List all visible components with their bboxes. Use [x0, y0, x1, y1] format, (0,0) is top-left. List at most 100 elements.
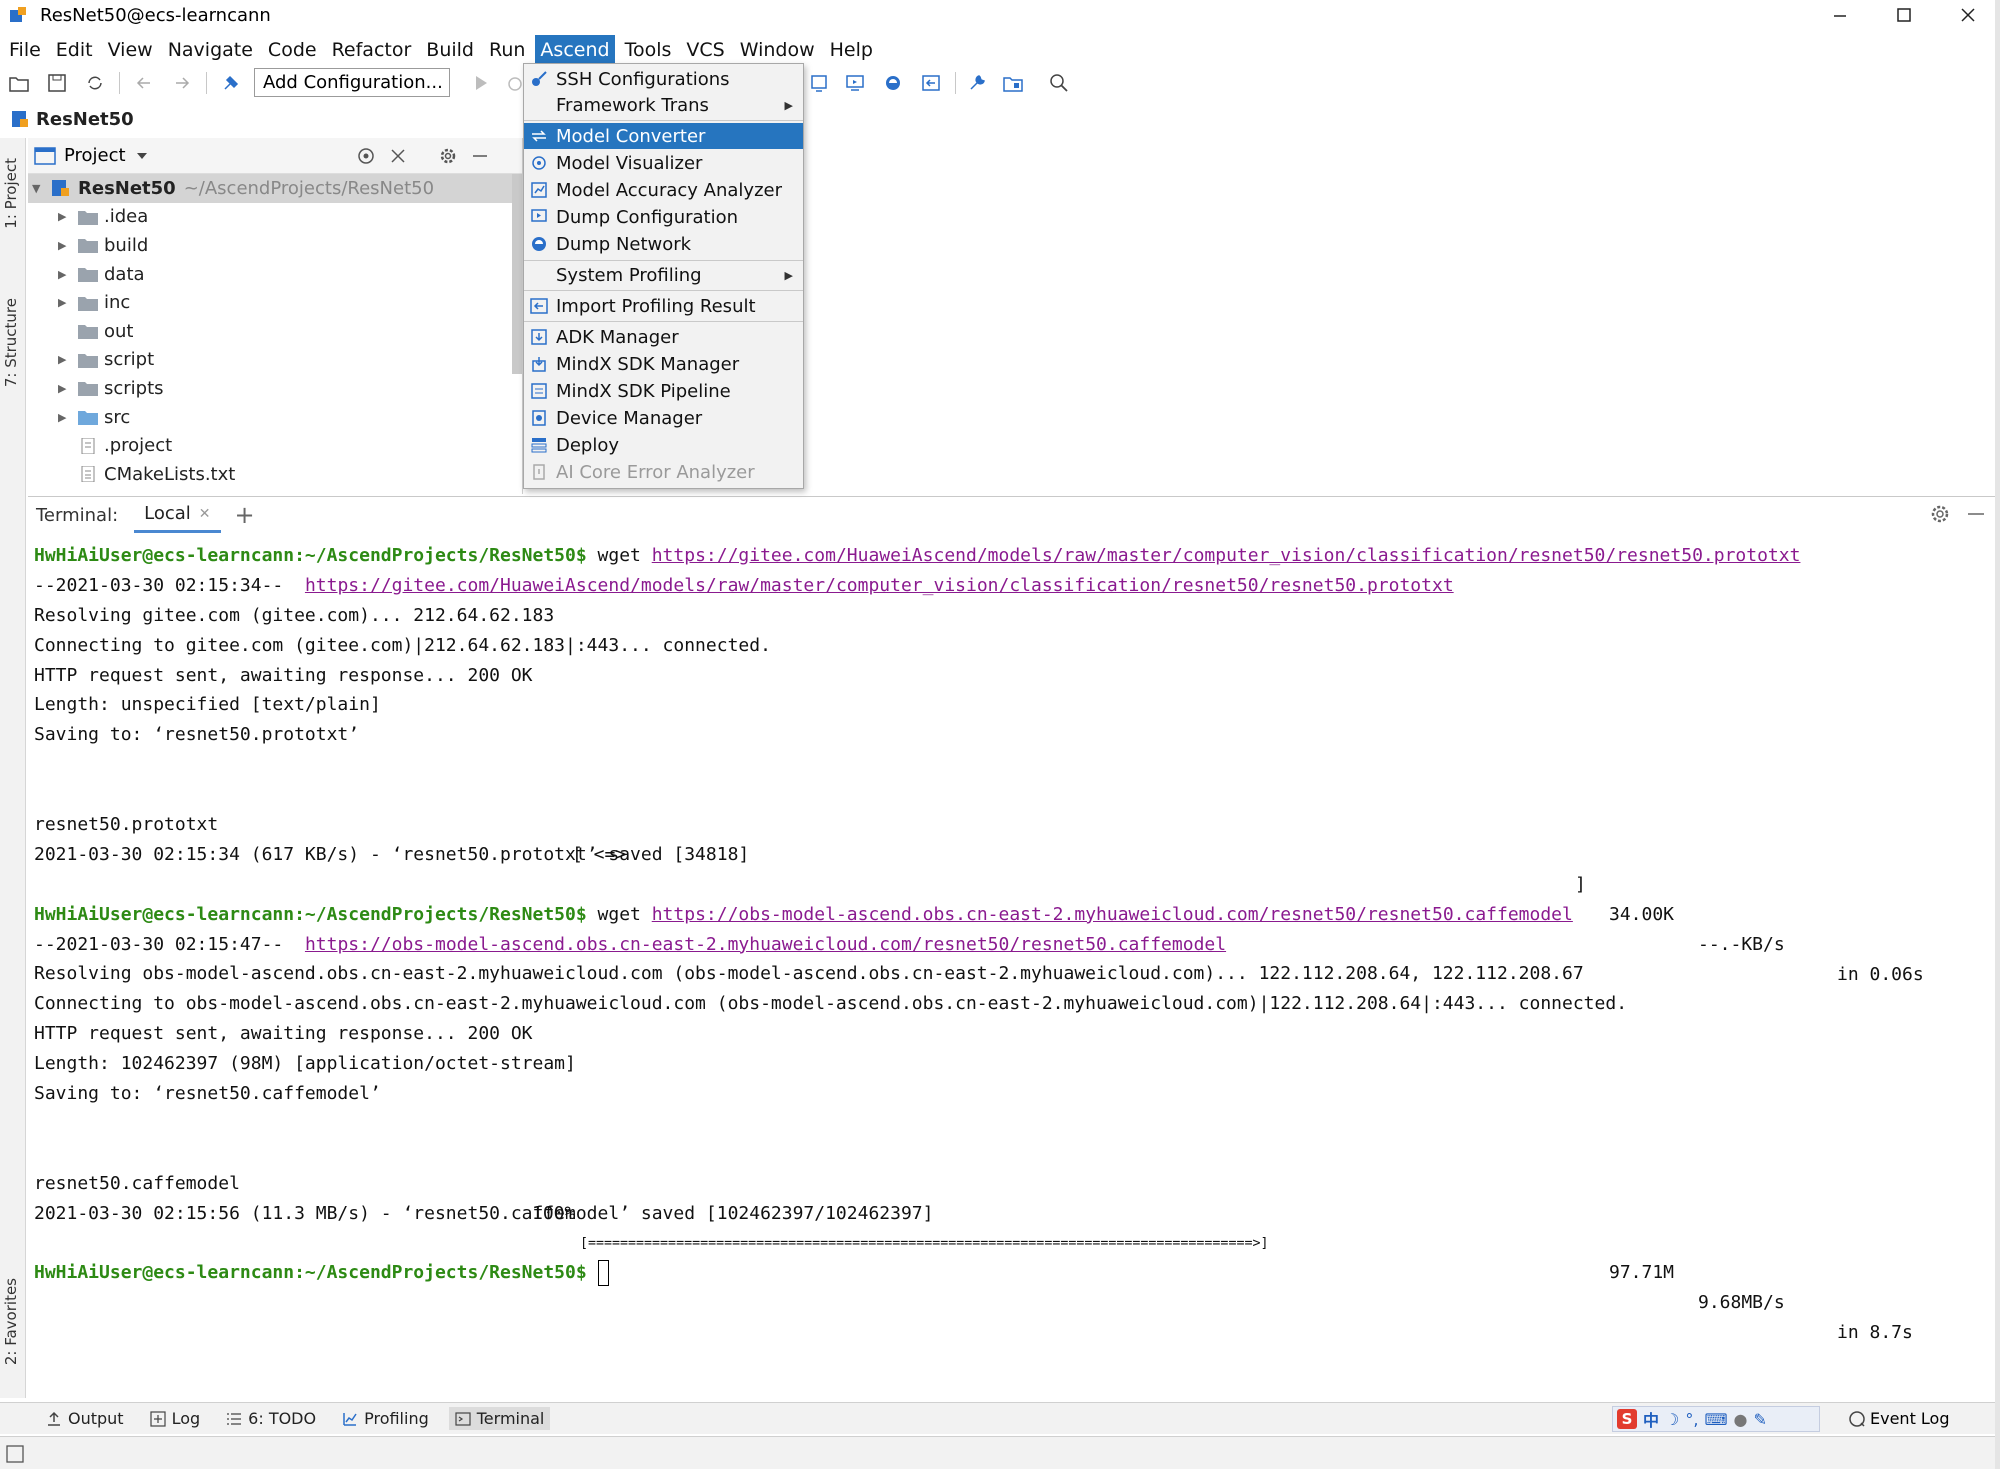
menu-help[interactable]: Help [825, 35, 878, 65]
sogou-logo-icon[interactable]: S [1617, 1409, 1637, 1429]
menu-item-import-profiling-result[interactable]: Import Profiling Result [524, 293, 803, 319]
expand-arrow-icon[interactable]: ▶ [58, 210, 72, 223]
close-window-button[interactable] [1936, 0, 2000, 30]
tab-structure[interactable]: 7: Structure [2, 298, 20, 387]
menu-build[interactable]: Build [421, 35, 479, 65]
import-profiling-icon[interactable] [918, 70, 944, 96]
tree-item[interactable]: ▶ data [28, 260, 522, 289]
event-log-button[interactable]: Event Log [1848, 1409, 1950, 1428]
menu-item-mindx-sdk-manager[interactable]: MindX SDK Manager [524, 351, 803, 377]
tree-item[interactable]: ▶ script [28, 346, 522, 375]
tab-local[interactable]: Local ✕ [134, 497, 221, 533]
menu-navigate[interactable]: Navigate [163, 35, 258, 65]
menu-vcs[interactable]: VCS [681, 35, 729, 65]
terminal-link[interactable]: https://obs-model-ascend.obs.cn-east-2.m… [305, 934, 1226, 955]
menu-item-dump-configuration[interactable]: Dump Configuration [524, 204, 803, 230]
search-icon[interactable] [1046, 70, 1072, 96]
maximize-button[interactable] [1872, 0, 1936, 30]
terminal-input-line[interactable]: HwHiAiUser@ecs-learncann:~/AscendProject… [34, 1258, 1800, 1288]
chevron-down-icon[interactable] [136, 151, 148, 161]
minimize-button[interactable] [1808, 0, 1872, 30]
menu-item-device-manager[interactable]: Device Manager [524, 405, 803, 431]
menu-run[interactable]: Run [484, 35, 530, 65]
expand-arrow-icon[interactable]: ▶ [58, 296, 72, 309]
close-tab-icon[interactable]: ✕ [199, 506, 211, 522]
terminal-link[interactable]: https://gitee.com/HuaweiAscend/models/ra… [305, 575, 1454, 596]
menu-item-dump-network[interactable]: Dump Network [524, 231, 803, 257]
tree-item[interactable]: ▶ build [28, 231, 522, 260]
toggle-tool-windows-icon[interactable] [6, 1445, 24, 1463]
terminal-gear-icon[interactable] [1929, 503, 1951, 530]
save-icon[interactable] [44, 70, 70, 96]
collapse-all-icon[interactable] [386, 144, 410, 168]
menu-code[interactable]: Code [263, 35, 322, 65]
tree-item[interactable]: ▶ scripts [28, 374, 522, 403]
punctuation-icon[interactable]: °, [1685, 1410, 1698, 1429]
tab-log[interactable]: Log [144, 1407, 207, 1430]
user-icon[interactable]: ● [1734, 1410, 1748, 1429]
menu-edit[interactable]: Edit [51, 35, 98, 65]
hide-panel-icon[interactable] [468, 144, 492, 168]
tab-todo[interactable]: 6: TODO [220, 1407, 322, 1430]
menu-ascend[interactable]: Ascend [535, 34, 615, 65]
terminal-link[interactable]: https://gitee.com/HuaweiAscend/models/ra… [652, 545, 1801, 566]
open-folder-icon[interactable] [6, 70, 32, 96]
build-hammer-icon[interactable] [218, 70, 244, 96]
menu-item-framework-trans[interactable]: Framework Trans ▶ [524, 92, 803, 118]
tree-item[interactable]: ▶ inc [28, 288, 522, 317]
ime-wrench-icon[interactable]: ✎ [1754, 1410, 1767, 1429]
project-view-selector[interactable]: Project [64, 145, 126, 166]
tree-item[interactable]: CMakeLists.txt [28, 460, 522, 489]
locate-icon[interactable] [354, 144, 378, 168]
tab-project[interactable]: 1: Project [2, 158, 20, 229]
menu-item-model-converter[interactable]: Model Converter [524, 123, 803, 149]
expand-arrow-icon[interactable]: ▶ [58, 239, 72, 252]
ime-language-indicator[interactable]: 中 [1643, 1407, 1659, 1431]
new-terminal-tab-icon[interactable]: + [235, 501, 255, 529]
menu-item-ssh-configurations[interactable]: SSH Configurations [524, 66, 803, 92]
forward-arrow-icon[interactable] [169, 70, 195, 96]
expand-arrow-icon[interactable]: ▶ [58, 353, 72, 366]
tab-favorites[interactable]: 2: Favorites [2, 1278, 20, 1365]
tab-output[interactable]: Output [40, 1407, 130, 1430]
menu-tools[interactable]: Tools [620, 35, 677, 65]
menu-item-adk-manager[interactable]: ADK Manager [524, 324, 803, 350]
expand-arrow-icon[interactable]: ▶ [58, 268, 72, 281]
dump-network-icon[interactable] [880, 70, 906, 96]
moon-icon[interactable]: ☽ [1665, 1410, 1679, 1429]
menu-window[interactable]: Window [735, 35, 820, 65]
tree-item[interactable]: .project [28, 431, 522, 460]
menu-item-model-accuracy-analyzer[interactable]: Model Accuracy Analyzer [524, 177, 803, 203]
keyboard-icon[interactable]: ⌨ [1704, 1410, 1727, 1429]
menu-item-model-visualizer[interactable]: Model Visualizer [524, 150, 803, 176]
monitor-icon[interactable] [842, 70, 868, 96]
tab-profiling[interactable]: Profiling [336, 1407, 435, 1430]
menu-item-mindx-sdk-pipeline[interactable]: MindX SDK Pipeline [524, 378, 803, 404]
breadcrumb-project[interactable]: ResNet50 [36, 109, 134, 130]
terminal-link[interactable]: https://obs-model-ascend.obs.cn-east-2.m… [652, 904, 1573, 925]
hide-terminal-icon[interactable] [1965, 503, 1987, 530]
expand-arrow-icon[interactable]: ▶ [58, 382, 72, 395]
sync-icon[interactable] [82, 70, 108, 96]
tree-item[interactable]: ▶ src [28, 403, 522, 432]
gear-icon[interactable] [436, 144, 460, 168]
model-visualizer-toolbar-icon[interactable] [806, 70, 832, 96]
tree-item[interactable]: ▶ .idea [28, 203, 522, 232]
add-configuration-dropdown[interactable]: Add Configuration... [254, 68, 450, 97]
terminal-output[interactable]: HwHiAiUser@ecs-learncann:~/AscendProject… [34, 541, 1924, 1343]
ime-toolbar[interactable]: S 中 ☽ °, ⌨ ● ✎ [1612, 1406, 1820, 1432]
menu-item-system-profiling[interactable]: System Profiling ▶ [524, 262, 803, 288]
tree-root[interactable]: ▼ ResNet50 ~/AscendProjects/ResNet50 [28, 174, 522, 203]
expand-arrow-icon[interactable]: ▶ [58, 411, 72, 424]
project-scrollbar[interactable] [512, 174, 522, 374]
menu-refactor[interactable]: Refactor [327, 35, 417, 65]
expand-arrow-icon[interactable]: ▼ [32, 182, 46, 195]
menu-file[interactable]: File [4, 35, 46, 65]
menu-item-deploy[interactable]: Deploy [524, 432, 803, 458]
project-structure-icon[interactable] [1000, 70, 1026, 96]
wrench-icon[interactable] [964, 70, 990, 96]
tree-item[interactable]: out [28, 317, 522, 346]
tab-terminal[interactable]: Terminal [448, 1407, 551, 1430]
back-arrow-icon[interactable] [131, 70, 157, 96]
menu-view[interactable]: View [103, 35, 158, 65]
